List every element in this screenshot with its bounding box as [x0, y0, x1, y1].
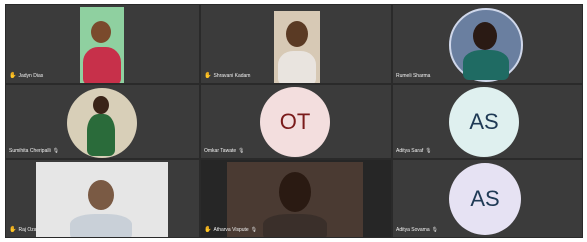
video-grid: ✋ Jadyn Dias ✋ Shravani Kadam Rumeli Sha… — [5, 4, 583, 238]
mic-off-icon: 🎙 — [238, 148, 245, 154]
participant-name: Raj Oza — [18, 227, 37, 233]
initials-avatar: AS — [449, 87, 519, 157]
participant-name: Rumeli Sharma — [396, 73, 431, 79]
participant-video — [274, 11, 320, 83]
initials-avatar: OT — [260, 87, 330, 157]
participant-tile[interactable]: AS Aditya Sovama 🎙 — [392, 159, 583, 238]
mic-off-icon: 🎙 — [250, 227, 258, 233]
raised-hand-icon: ✋ — [204, 227, 212, 233]
participant-tile[interactable]: ✋ Jadyn Dias — [5, 4, 200, 84]
raised-hand-icon: ✋ — [9, 73, 17, 79]
mic-off-icon: 🎙 — [52, 148, 60, 154]
participant-tile[interactable]: ✋ Raj Oza — [5, 159, 200, 238]
profile-picture — [67, 88, 137, 158]
participant-video — [80, 7, 124, 83]
initials-avatar: AS — [449, 163, 521, 235]
participant-tile[interactable]: AS Aditya Saraf 🎙 — [392, 84, 583, 159]
participant-name: Shravani Kadam — [213, 73, 251, 79]
raised-hand-icon: ✋ — [9, 227, 17, 233]
participant-tile[interactable]: Sumihita Cheripalli 🎙 — [5, 84, 200, 159]
participant-name: Sumihita Cheripalli — [9, 148, 51, 154]
profile-picture — [449, 8, 523, 82]
mic-off-icon: 🎙 — [431, 227, 438, 233]
participant-name: Aditya Sovama — [396, 227, 430, 233]
raised-hand-icon: ✋ — [204, 73, 212, 79]
mic-off-icon: 🎙 — [425, 148, 432, 154]
participant-name: Aditya Saraf — [396, 148, 424, 154]
participant-tile[interactable]: ✋ Shravani Kadam — [200, 4, 392, 84]
participant-video — [36, 162, 168, 237]
participant-tile[interactable]: Rumeli Sharma — [392, 4, 583, 84]
participant-name: Omkar Tawate — [204, 148, 237, 154]
participant-name: Atharva Vispute — [213, 227, 249, 233]
participant-tile[interactable]: OT Omkar Tawate 🎙 — [200, 84, 392, 159]
participant-tile[interactable]: ✋ Atharva Vispute 🎙 — [200, 159, 392, 238]
participant-name: Jadyn Dias — [18, 73, 44, 79]
